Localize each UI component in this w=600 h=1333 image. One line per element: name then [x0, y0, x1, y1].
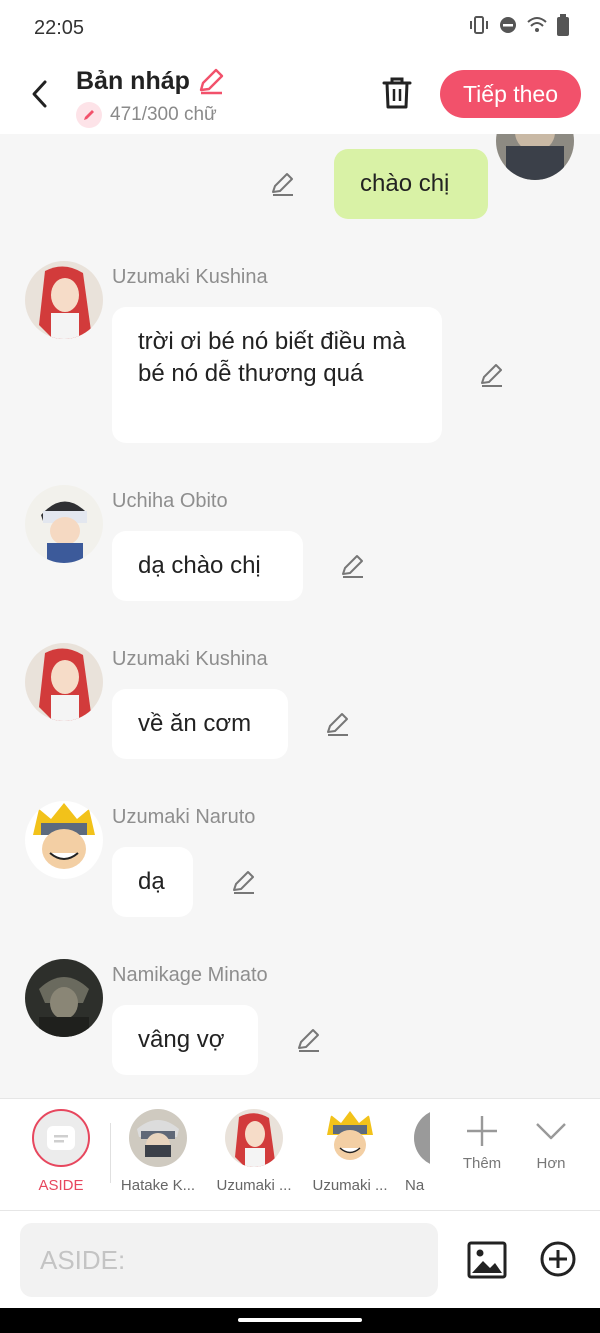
avatar-minato[interactable] — [25, 959, 103, 1037]
character-aside[interactable]: ASIDE — [16, 1109, 106, 1201]
message-bubble[interactable]: vâng vợ — [112, 1005, 258, 1075]
character-label: Hatake K... — [120, 1177, 196, 1194]
divider — [110, 1123, 111, 1183]
chevron-down-icon — [536, 1123, 566, 1140]
my-avatar[interactable] — [496, 134, 574, 180]
status-icons — [468, 14, 570, 36]
sender-name: Uzumaki Kushina — [112, 648, 268, 670]
message-bubble[interactable]: dạ chào chị — [112, 531, 303, 601]
message-bubble[interactable]: về ăn cơm — [112, 689, 288, 759]
aside-icon — [32, 1109, 90, 1167]
edit-message-icon[interactable] — [338, 551, 368, 581]
add-button[interactable] — [538, 1239, 578, 1279]
draft-title: Bản nháp — [76, 66, 190, 95]
sender-name: Uzumaki Naruto — [112, 806, 256, 828]
system-nav-bar — [0, 1308, 600, 1333]
avatar-naruto — [321, 1109, 379, 1167]
avatar-obito[interactable] — [25, 485, 103, 563]
chat-area[interactable]: chào chị Uzumaki Kushina trời ơi bé nó b… — [0, 134, 600, 1098]
character-label: Na — [405, 1177, 425, 1194]
message-input[interactable] — [20, 1223, 438, 1297]
edit-message-icon[interactable] — [229, 867, 259, 897]
insert-image-button[interactable] — [466, 1239, 508, 1281]
edit-message-icon[interactable] — [294, 1025, 324, 1055]
character-label: Uzumaki ... — [216, 1177, 292, 1194]
back-arrow-icon — [32, 80, 47, 108]
avatar-kushina — [225, 1109, 283, 1167]
avatar-hatake — [129, 1109, 187, 1167]
message-bubble-me[interactable]: chào chị — [334, 149, 488, 219]
wifi-icon — [527, 17, 547, 32]
draft-title-row[interactable]: Bản nháp — [76, 66, 226, 96]
message-bubble[interactable]: trời ơi bé nó biết điều mà bé nó dễ thươ… — [112, 307, 442, 443]
edit-message-icon[interactable] — [323, 709, 353, 739]
battery-icon — [557, 14, 569, 36]
character-hatake[interactable]: Hatake K... — [113, 1109, 203, 1201]
character-partial[interactable]: Na — [400, 1109, 430, 1201]
image-icon — [467, 1241, 507, 1279]
word-count-row: 471/300 chữ — [76, 102, 226, 128]
add-character-button[interactable]: Thêm — [452, 1113, 512, 1193]
sender-name: Uzumaki Kushina — [112, 266, 268, 288]
character-selector: ASIDE Hatake K... Uzumaki ... Uzumaki ..… — [0, 1098, 600, 1210]
avatar-kushina[interactable] — [25, 643, 103, 721]
more-label: Hơn — [536, 1155, 566, 1172]
status-time: 22:05 — [34, 17, 85, 39]
character-kushina[interactable]: Uzumaki ... — [209, 1109, 299, 1201]
add-circle-icon — [540, 1241, 576, 1277]
message-bubble[interactable]: dạ — [112, 847, 193, 917]
delete-button[interactable] — [378, 74, 416, 112]
add-label: Thêm — [462, 1155, 502, 1172]
back-button[interactable] — [22, 74, 58, 114]
top-bar: Bản nháp 471/300 chữ Tiếp theo — [0, 56, 600, 134]
word-count: 471/300 chữ — [110, 104, 217, 125]
avatar-kushina[interactable] — [25, 261, 103, 339]
character-label: ASIDE — [38, 1177, 84, 1194]
edit-message-icon[interactable] — [477, 360, 507, 390]
edit-message-icon[interactable] — [268, 169, 298, 199]
home-indicator[interactable] — [238, 1318, 362, 1322]
pencil-badge-icon — [76, 102, 102, 128]
sender-name: Uchiha Obito — [112, 490, 228, 512]
vibrate-icon — [470, 16, 488, 34]
avatar-naruto[interactable] — [25, 801, 103, 879]
title-block: Bản nháp 471/300 chữ — [76, 66, 226, 128]
status-bar: 22:05 — [0, 0, 600, 56]
character-label: Uzumaki ... — [312, 1177, 388, 1194]
next-button[interactable]: Tiếp theo — [440, 70, 581, 118]
avatar-partial — [414, 1109, 430, 1167]
composer — [0, 1210, 600, 1308]
edit-title-icon[interactable] — [196, 66, 226, 96]
character-naruto[interactable]: Uzumaki ... — [305, 1109, 395, 1201]
do-not-disturb-icon — [500, 17, 516, 33]
trash-icon — [382, 77, 412, 109]
sender-name: Namikage Minato — [112, 964, 268, 986]
more-button[interactable]: Hơn — [521, 1113, 581, 1193]
plus-icon — [467, 1116, 497, 1146]
